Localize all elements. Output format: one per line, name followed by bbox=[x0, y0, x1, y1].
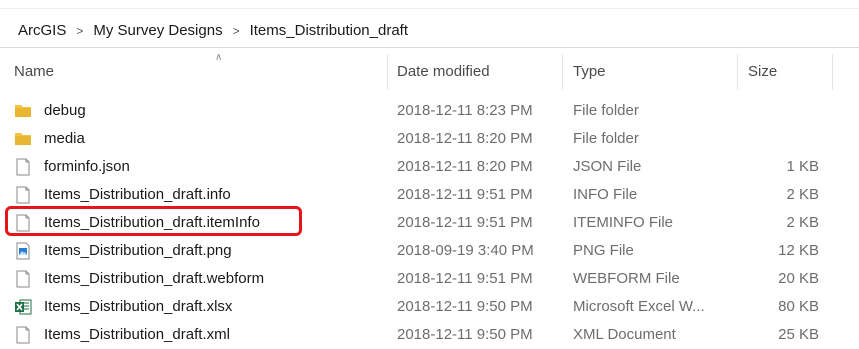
folder-icon bbox=[14, 130, 32, 148]
file-icon bbox=[14, 158, 32, 176]
file-name: debug bbox=[44, 102, 86, 119]
image-file-icon bbox=[14, 242, 32, 260]
file-name: Items_Distribution_draft.itemInfo bbox=[44, 214, 260, 231]
column-divider[interactable] bbox=[832, 54, 833, 90]
column-header-date-modified[interactable]: Date modified bbox=[397, 54, 490, 90]
column-header-type[interactable]: Type bbox=[573, 54, 606, 90]
file-icon bbox=[14, 270, 32, 288]
file-row[interactable]: Items_Distribution_draft.info 2018-12-11 … bbox=[0, 181, 859, 209]
file-row[interactable]: Items_Distribution_draft.itemInfo 2018-12… bbox=[0, 209, 859, 237]
file-date-modified: 2018-12-11 9:50 PM bbox=[397, 326, 533, 343]
window-top-strip bbox=[0, 0, 859, 9]
file-row[interactable]: media 2018-12-11 8:20 PM File folder bbox=[0, 125, 859, 153]
excel-file-icon bbox=[14, 298, 32, 316]
breadcrumb-item-items-distribution-draft[interactable]: Items_Distribution_draft bbox=[250, 22, 408, 39]
file-row[interactable]: Items_Distribution_draft.xml 2018-12-11 9… bbox=[0, 321, 859, 349]
sort-ascending-icon: ∧ bbox=[215, 52, 223, 63]
file-name: Items_Distribution_draft.png bbox=[44, 242, 232, 259]
file-type: WEBFORM File bbox=[573, 270, 680, 287]
column-divider[interactable] bbox=[562, 54, 563, 90]
file-date-modified: 2018-12-11 9:51 PM bbox=[397, 270, 533, 287]
file-size: 2 KB bbox=[786, 186, 819, 203]
file-icon bbox=[14, 214, 32, 232]
folder-icon bbox=[14, 102, 32, 120]
file-row[interactable]: Items_Distribution_draft.xlsx 2018-12-11 … bbox=[0, 293, 859, 321]
breadcrumb: ArcGIS > My Survey Designs > Items_Distr… bbox=[0, 14, 859, 48]
file-name: media bbox=[44, 130, 85, 147]
file-date-modified: 2018-12-11 8:20 PM bbox=[397, 158, 533, 175]
column-divider[interactable] bbox=[387, 54, 388, 90]
file-type: Microsoft Excel W... bbox=[573, 298, 705, 315]
file-row[interactable]: Items_Distribution_draft.webform 2018-12-… bbox=[0, 265, 859, 293]
file-row[interactable]: Items_Distribution_draft.png 2018-09-19 3… bbox=[0, 237, 859, 265]
file-type: JSON File bbox=[573, 158, 642, 175]
file-type: File folder bbox=[573, 102, 639, 119]
breadcrumb-separator: > bbox=[232, 23, 240, 38]
file-name: forminfo.json bbox=[44, 158, 130, 175]
file-date-modified: 2018-12-11 8:20 PM bbox=[397, 130, 533, 147]
file-size: 25 KB bbox=[778, 326, 819, 343]
file-icon bbox=[14, 186, 32, 204]
breadcrumb-separator: > bbox=[76, 23, 84, 38]
file-size: 20 KB bbox=[778, 270, 819, 287]
file-icon bbox=[14, 326, 32, 344]
breadcrumb-item-arcgis[interactable]: ArcGIS bbox=[18, 22, 66, 39]
file-name: Items_Distribution_draft.xlsx bbox=[44, 298, 233, 315]
file-size: 80 KB bbox=[778, 298, 819, 315]
file-size: 1 KB bbox=[786, 158, 819, 175]
file-size: 12 KB bbox=[778, 242, 819, 259]
file-list: debug 2018-12-11 8:23 PM File folder media 2… bbox=[0, 97, 859, 349]
column-divider[interactable] bbox=[737, 54, 738, 90]
file-name: Items_Distribution_draft.webform bbox=[44, 270, 265, 287]
file-type: XML Document bbox=[573, 326, 676, 343]
file-type: ITEMINFO File bbox=[573, 214, 673, 231]
file-type: File folder bbox=[573, 130, 639, 147]
file-size: 2 KB bbox=[786, 214, 819, 231]
column-header-size[interactable]: Size bbox=[748, 54, 777, 90]
file-name: Items_Distribution_draft.xml bbox=[44, 326, 230, 343]
file-date-modified: 2018-12-11 8:23 PM bbox=[397, 102, 533, 119]
file-row[interactable]: debug 2018-12-11 8:23 PM File folder bbox=[0, 97, 859, 125]
file-row[interactable]: forminfo.json 2018-12-11 8:20 PM JSON File… bbox=[0, 153, 859, 181]
breadcrumb-item-my-survey-designs[interactable]: My Survey Designs bbox=[93, 22, 222, 39]
file-date-modified: 2018-12-11 9:51 PM bbox=[397, 186, 533, 203]
column-header-name[interactable]: Name bbox=[14, 54, 54, 90]
column-header-row: ∧ Name Date modified Type Size bbox=[0, 52, 859, 90]
file-type: PNG File bbox=[573, 242, 634, 259]
file-type: INFO File bbox=[573, 186, 638, 203]
file-date-modified: 2018-09-19 3:40 PM bbox=[397, 242, 534, 259]
file-date-modified: 2018-12-11 9:50 PM bbox=[397, 298, 533, 315]
file-date-modified: 2018-12-11 9:51 PM bbox=[397, 214, 533, 231]
file-name: Items_Distribution_draft.info bbox=[44, 186, 231, 203]
